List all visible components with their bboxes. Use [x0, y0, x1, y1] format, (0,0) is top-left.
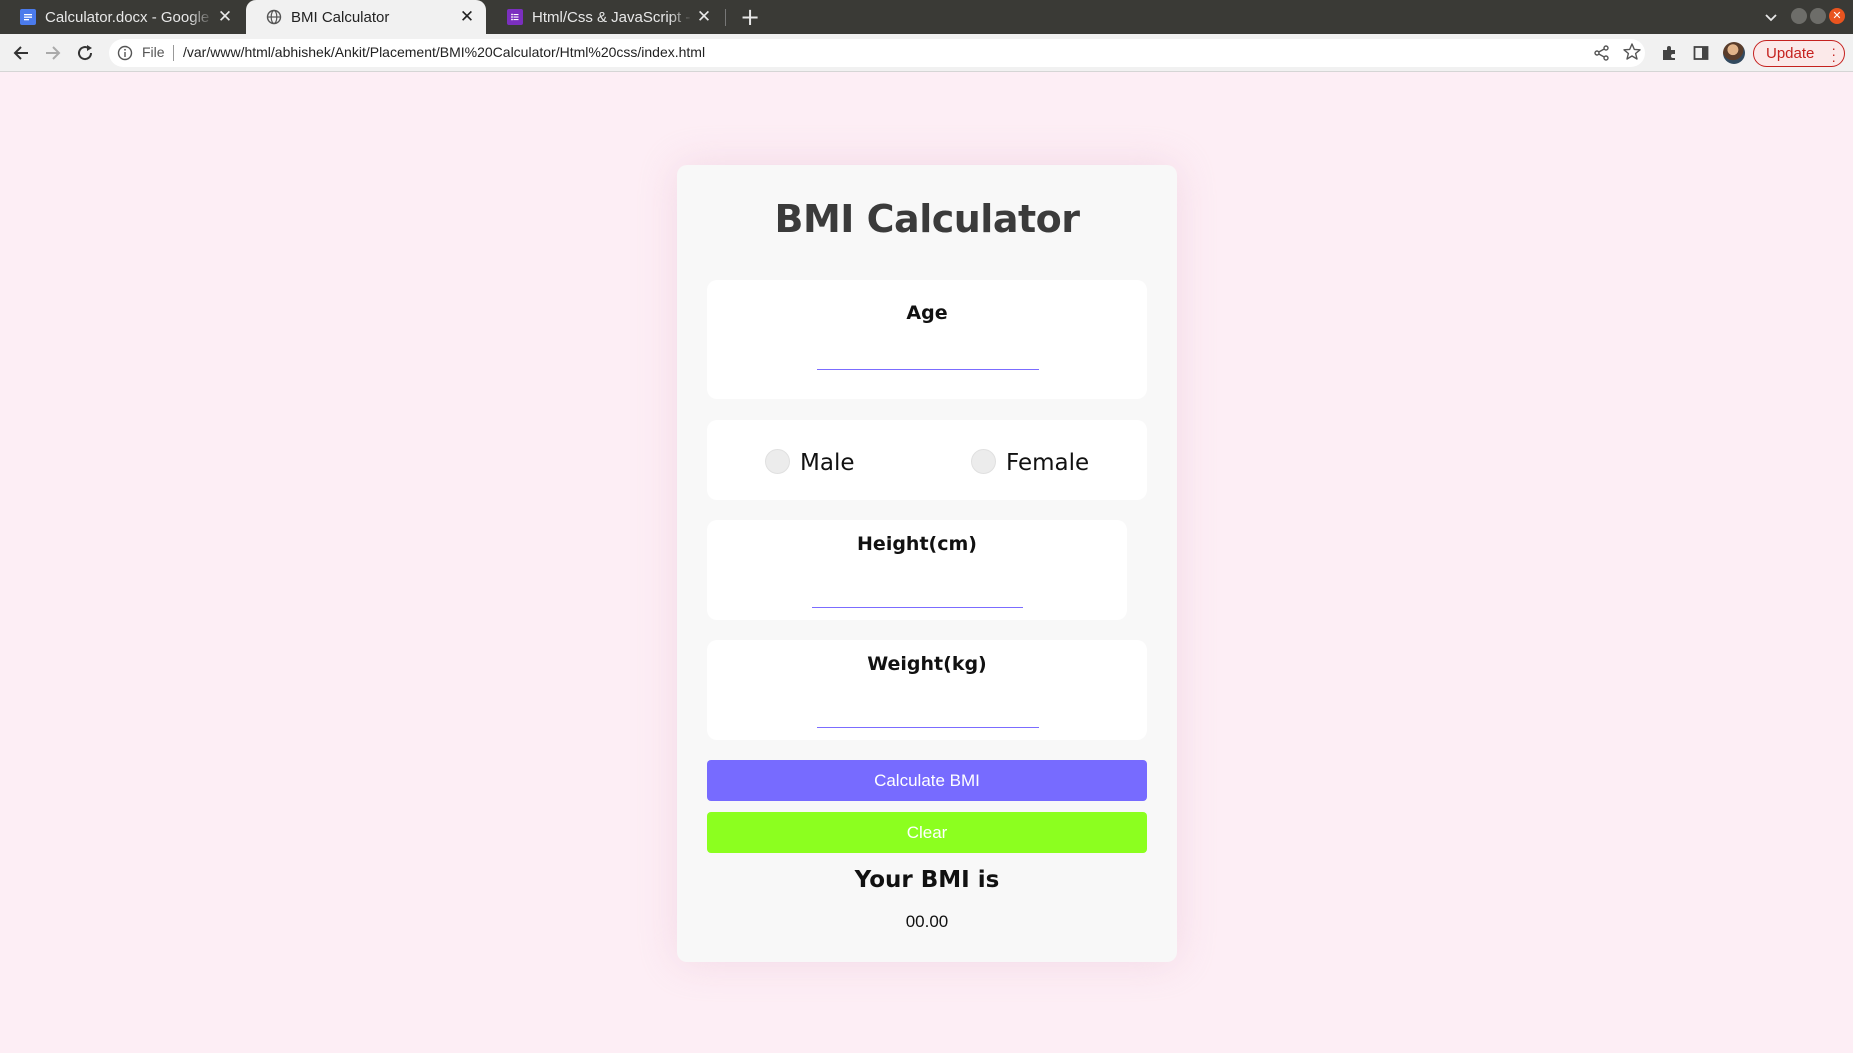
- weight-input[interactable]: [817, 706, 1039, 728]
- back-icon[interactable]: [9, 41, 33, 65]
- male-label: Male: [800, 450, 855, 476]
- info-icon[interactable]: [117, 45, 133, 61]
- more-menu-icon[interactable]: · · ·: [1831, 41, 1836, 67]
- tab-calculator-docx[interactable]: Calculator.docx - Google Docs ✕: [0, 0, 244, 34]
- new-tab-button[interactable]: +: [737, 4, 763, 30]
- bmi-card: BMI Calculator Age Male Female Height(cm…: [677, 165, 1177, 962]
- share-icon[interactable]: [1592, 43, 1612, 63]
- result-title: Your BMI is: [854, 867, 1000, 893]
- reload-icon[interactable]: [73, 41, 97, 65]
- globe-icon: [266, 9, 282, 25]
- scheme-label: File: [142, 44, 165, 60]
- gender-box: Male Female: [707, 420, 1147, 500]
- tab-label: BMI Calculator: [291, 8, 390, 26]
- height-box: Height(cm): [707, 520, 1127, 620]
- clear-button[interactable]: Clear: [707, 812, 1147, 853]
- age-label: Age: [906, 302, 948, 324]
- weight-box: Weight(kg): [707, 640, 1147, 740]
- extensions-icon[interactable]: [1657, 41, 1681, 65]
- window-close-button[interactable]: ✕: [1829, 8, 1845, 24]
- height-input[interactable]: [812, 586, 1023, 608]
- minimize-button[interactable]: [1791, 8, 1807, 24]
- bmi-result-value: 00.00: [905, 912, 949, 931]
- age-input[interactable]: [817, 348, 1039, 370]
- weight-label: Weight(kg): [867, 653, 987, 675]
- male-option[interactable]: Male: [765, 446, 854, 476]
- address-bar[interactable]: File /var/www/html/abhishek/Ankit/Placem…: [109, 39, 1645, 67]
- docs-icon: [20, 9, 36, 25]
- bookmark-star-icon[interactable]: [1622, 42, 1642, 62]
- update-button[interactable]: Update · · ·: [1753, 40, 1845, 67]
- calculate-bmi-button[interactable]: Calculate BMI: [707, 760, 1147, 801]
- tab-separator: [725, 9, 726, 26]
- age-box: Age: [707, 280, 1147, 399]
- female-option[interactable]: Female: [971, 446, 1089, 476]
- update-label: Update: [1766, 45, 1815, 62]
- close-tab-icon[interactable]: ✕: [456, 6, 478, 28]
- forward-icon[interactable]: [41, 41, 65, 65]
- side-panel-icon[interactable]: [1689, 41, 1713, 65]
- tab-label: Html/Css & JavaScript - BMI: [532, 8, 693, 26]
- forms-icon: [507, 9, 523, 25]
- maximize-button[interactable]: [1810, 8, 1826, 24]
- tab-bmi-calculator[interactable]: BMI Calculator ✕: [246, 0, 486, 34]
- tab-html-css-javascript[interactable]: Html/Css & JavaScript - BMI ✕: [487, 0, 723, 34]
- tab-strip: Calculator.docx - Google Docs ✕ BMI Calc…: [0, 0, 1853, 34]
- female-radio[interactable]: [971, 448, 996, 474]
- browser-toolbar: File /var/www/html/abhishek/Ankit/Placem…: [0, 34, 1853, 72]
- tab-label: Calculator.docx - Google Docs: [45, 8, 214, 26]
- profile-avatar[interactable]: [1723, 42, 1745, 64]
- address-separator: [173, 45, 174, 61]
- female-label: Female: [1006, 450, 1090, 476]
- tab-search-icon[interactable]: [1760, 6, 1782, 28]
- male-radio[interactable]: [765, 448, 790, 474]
- close-tab-icon[interactable]: ✕: [693, 6, 715, 28]
- page-title: BMI Calculator: [774, 197, 1080, 241]
- url-text[interactable]: /var/www/html/abhishek/Ankit/Placement/B…: [183, 44, 705, 60]
- height-label: Height(cm): [857, 533, 977, 555]
- close-tab-icon[interactable]: ✕: [214, 6, 236, 28]
